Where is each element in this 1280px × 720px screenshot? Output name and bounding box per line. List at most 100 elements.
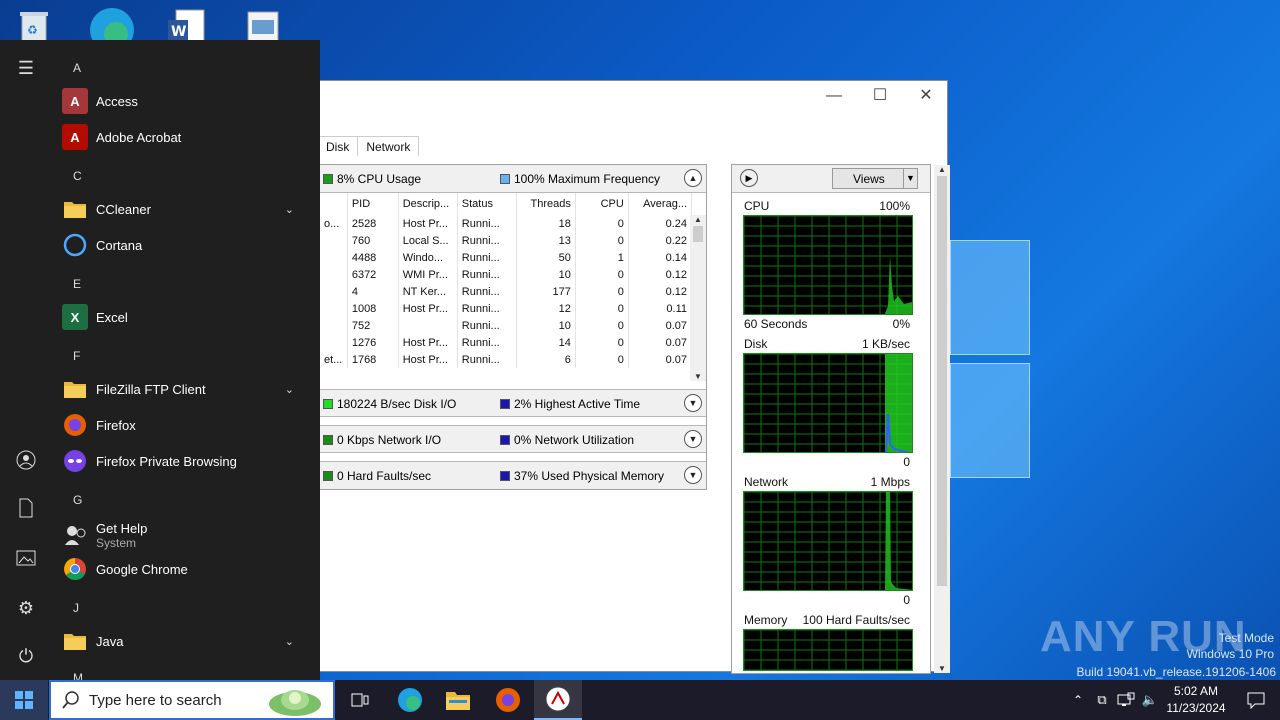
maximize-button[interactable]: ☐ — [857, 85, 903, 107]
section-letter-m[interactable]: M — [73, 671, 83, 680]
app-filezilla[interactable]: FileZilla FTP Client ⌄ — [62, 373, 312, 405]
clock[interactable]: 5:02 AM 11/23/2024 — [1162, 683, 1230, 717]
scroll-up-icon[interactable]: ▲ — [934, 165, 950, 174]
cell-threads: 14 — [516, 334, 576, 351]
cell-average: 0.14 — [628, 249, 693, 266]
app-get-help[interactable]: Get Help System — [62, 517, 312, 553]
section-letter-e[interactable]: E — [73, 277, 81, 291]
section-letter-c[interactable]: C — [73, 169, 82, 183]
graph-cpu — [743, 215, 913, 315]
disk-section-header[interactable]: 180224 B/sec Disk I/O 2% Highest Active … — [320, 389, 706, 417]
close-button[interactable]: ✕ — [903, 85, 949, 107]
table-row[interactable]: 760 Local S... Runni... 13 0 0.22 — [320, 232, 693, 249]
edge-icon[interactable] — [88, 6, 136, 52]
table-row[interactable]: 6372 WMI Pr... Runni... 10 0 0.12 — [320, 266, 693, 283]
documents-icon[interactable] — [12, 498, 40, 526]
network-tray-icon[interactable] — [1114, 680, 1138, 720]
action-center-button[interactable] — [1232, 680, 1280, 720]
graph-max-label: 100% — [879, 199, 910, 213]
process-table-scrollbar[interactable]: ▲ ▼ — [690, 215, 706, 381]
tray-device-icon[interactable]: ⧉ — [1090, 680, 1114, 720]
graphs-scrollbar[interactable]: ▲ ▼ — [934, 165, 950, 673]
minimize-button[interactable]: — — [811, 85, 857, 107]
tab-disk[interactable]: Disk — [318, 136, 359, 156]
resource-sections: 8% CPU Usage 100% Maximum Frequency ▲ PI… — [319, 164, 707, 490]
scroll-down-icon[interactable]: ▼ — [934, 664, 950, 673]
windows-wallpaper-logo — [950, 240, 1030, 480]
column-pid[interactable]: PID — [347, 193, 399, 215]
pictures-icon[interactable] — [12, 546, 40, 574]
expand-chevron-icon[interactable]: ⌄ — [285, 203, 294, 216]
tab-network[interactable]: Network — [358, 136, 420, 156]
app-java[interactable]: Java ⌄ — [62, 625, 312, 657]
task-view-button[interactable] — [336, 680, 384, 720]
column-description[interactable]: Descrip... — [398, 193, 458, 215]
expand-chevron-icon[interactable]: ▼ — [684, 394, 702, 412]
table-row[interactable]: 4488 Windo... Runni... 50 1 0.14 — [320, 249, 693, 266]
graph-disk — [743, 353, 913, 453]
app-firefox-private[interactable]: Firefox Private Browsing — [62, 445, 312, 477]
table-row[interactable]: 1276 Host Pr... Runni... 14 0 0.07 — [320, 334, 693, 351]
cell-threads: 12 — [516, 300, 576, 317]
max-frequency-text: 100% Maximum Frequency — [514, 172, 661, 186]
power-icon[interactable]: ⏻ — [12, 642, 40, 670]
expand-chevron-icon[interactable]: ⌄ — [285, 635, 294, 648]
graph-max-label: 1 KB/sec — [861, 337, 910, 351]
scroll-up-icon[interactable]: ▲ — [690, 215, 706, 224]
app-access[interactable]: A Access — [62, 85, 312, 117]
dropdown-arrow-icon[interactable]: ▼ — [903, 169, 917, 188]
table-row[interactable]: 1008 Host Pr... Runni... 12 0 0.11 — [320, 300, 693, 317]
expand-chevron-icon[interactable]: ⌄ — [285, 383, 294, 396]
column-average[interactable]: Averag... — [628, 193, 693, 215]
taskbar-firefox[interactable] — [484, 680, 532, 720]
excel-icon: X — [62, 304, 88, 330]
app-adobe-acrobat[interactable]: A Adobe Acrobat — [62, 121, 312, 153]
column-cpu[interactable]: CPU — [575, 193, 629, 215]
user-account-icon[interactable] — [12, 450, 40, 478]
taskbar-edge[interactable] — [386, 680, 434, 720]
section-letter-g[interactable]: G — [73, 493, 82, 507]
scroll-thumb[interactable] — [693, 226, 703, 242]
taskbar-search-box[interactable]: Type here to search — [49, 680, 335, 720]
hamburger-menu-icon[interactable]: ☰ — [12, 54, 40, 82]
cpu-usage-text: 8% CPU Usage — [337, 172, 422, 186]
app-excel[interactable]: X Excel — [62, 301, 312, 333]
cell-threads: 6 — [516, 351, 576, 368]
taskbar-task-manager[interactable] — [534, 680, 582, 720]
memory-section-header[interactable]: 0 Hard Faults/sec 37% Used Physical Memo… — [320, 461, 706, 489]
table-row[interactable]: 4 NT Ker... Runni... 177 0 0.12 — [320, 283, 693, 300]
network-section-header[interactable]: 0 Kbps Network I/O 0% Network Utilizatio… — [320, 425, 706, 453]
app-google-chrome[interactable]: Google Chrome — [62, 553, 312, 585]
section-letter-f[interactable]: F — [73, 349, 80, 363]
start-button[interactable] — [0, 680, 48, 720]
image-file-icon[interactable] — [240, 6, 288, 45]
collapse-chevron-icon[interactable]: ▲ — [684, 169, 702, 187]
app-ccleaner[interactable]: CCleaner ⌄ — [62, 193, 312, 225]
section-letter-j[interactable]: J — [73, 601, 79, 615]
table-row[interactable]: o... 2528 Host Pr... Runni... 18 0 0.24 — [320, 215, 693, 232]
views-button[interactable]: Views ▼ — [832, 168, 918, 189]
table-row[interactable]: et... 1768 Host Pr... Runni... 6 0 0.07 — [320, 351, 693, 368]
show-hidden-icons-button[interactable]: ⌃ — [1066, 680, 1090, 720]
volume-tray-icon[interactable]: 🔈 — [1138, 680, 1162, 720]
expand-chevron-icon[interactable]: ▼ — [684, 430, 702, 448]
app-firefox[interactable]: Firefox — [62, 409, 312, 441]
scroll-down-icon[interactable]: ▼ — [690, 372, 706, 381]
recycle-bin-icon[interactable]: ♻ — [14, 6, 62, 44]
disk-io-text: 180224 B/sec Disk I/O — [337, 397, 457, 411]
app-cortana[interactable]: Cortana — [62, 229, 312, 261]
word-doc-icon[interactable]: W — [164, 6, 212, 45]
section-letter-a[interactable]: A — [73, 61, 81, 75]
taskbar-file-explorer[interactable] — [434, 680, 482, 720]
expand-chevron-icon[interactable]: ▼ — [684, 466, 702, 484]
settings-gear-icon[interactable]: ⚙ — [12, 594, 40, 622]
column-status[interactable]: Status — [457, 193, 517, 215]
table-row[interactable]: 752 Runni... 10 0 0.07 — [320, 317, 693, 334]
scroll-thumb[interactable] — [937, 176, 947, 586]
cpu-section-header[interactable]: 8% CPU Usage 100% Maximum Frequency ▲ — [320, 165, 706, 193]
column-image[interactable] — [320, 193, 348, 215]
cell-image — [320, 317, 348, 334]
cell-average: 0.12 — [628, 283, 693, 300]
show-hide-arrow-icon[interactable]: ▶ — [740, 169, 758, 187]
column-threads[interactable]: Threads — [516, 193, 576, 215]
